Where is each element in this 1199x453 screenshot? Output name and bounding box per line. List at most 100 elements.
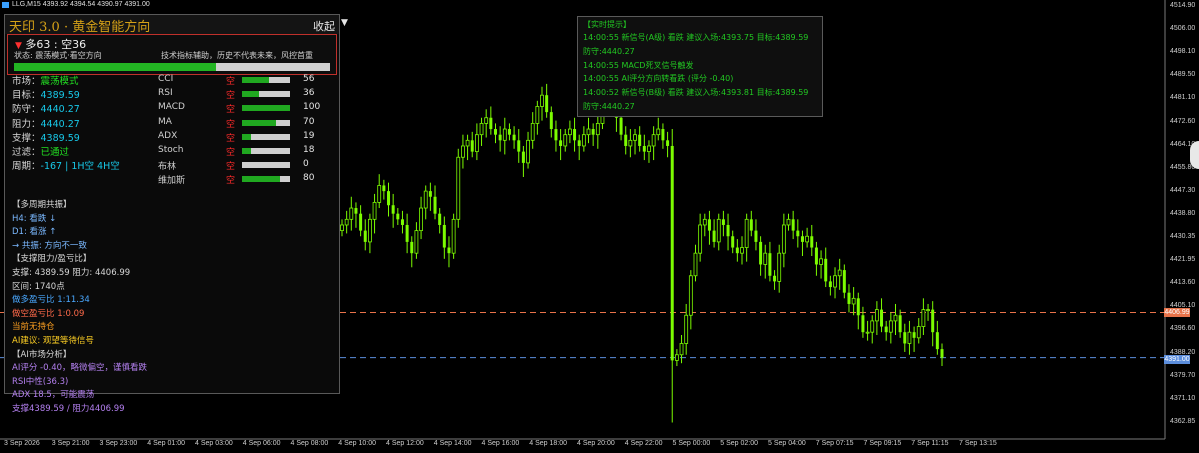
chart-quote-header: LLG,M15 4393.92 4394.54 4390.97 4391.00 (12, 1, 150, 8)
candle (586, 117, 591, 144)
candle (484, 109, 489, 138)
candle (479, 117, 484, 146)
indicator-value: 80 (303, 173, 315, 184)
candle-body (931, 309, 935, 333)
indicator-value: 100 (303, 102, 321, 113)
candle (382, 179, 386, 200)
indicator-direction: 空 (226, 148, 236, 158)
candle-body (837, 269, 842, 277)
candle (563, 129, 568, 152)
candle-body (693, 252, 698, 277)
candle-body (735, 247, 739, 254)
candle-body (568, 128, 572, 136)
candle (674, 349, 679, 367)
candle (707, 210, 711, 245)
indicator-value: 70 (303, 116, 315, 127)
summary-label: 周期： (12, 161, 41, 173)
candle-body (781, 224, 786, 254)
candle (470, 131, 474, 158)
candle (387, 182, 391, 217)
price-tick-label: 4438.80 (1170, 209, 1196, 217)
candle (903, 323, 907, 352)
candle (461, 134, 465, 169)
candle (372, 193, 377, 234)
candle (396, 208, 400, 225)
candle (405, 213, 409, 254)
indicator-strength-fill (242, 148, 251, 154)
symbol-icon (2, 2, 9, 8)
candle (391, 193, 395, 228)
candle (679, 335, 684, 364)
indicator-name: MA (158, 116, 172, 127)
candle (851, 287, 856, 316)
candle-body (898, 315, 902, 333)
candle (916, 318, 921, 344)
candle-body (591, 129, 595, 135)
scroll-handle[interactable] (1190, 141, 1199, 169)
alert-title: 【实时提示】 (583, 20, 631, 29)
candle (656, 117, 661, 141)
candle (740, 236, 744, 265)
candle (438, 208, 442, 234)
alert-line: 14:00:55 新信号(A级) 看跌 建议入场:4393.75 目标:4389… (583, 33, 809, 42)
alert-line: 防守:4440.27 (583, 46, 635, 56)
candle-body (400, 219, 404, 225)
indicator-strength-bar (242, 133, 290, 140)
candle (735, 239, 739, 262)
time-tick-label: 3 Sep 21:00 (51, 440, 90, 447)
summary-row: 阻力：4440.27 (12, 116, 80, 130)
status-text: 状态: 震荡模式·看空方向 (14, 51, 102, 60)
sentiment-box: ▼ 多63 : 空36 状态: 震荡模式·看空方向 技术指标辅助，历史不代表未来… (7, 34, 337, 75)
summary-value: 已通过 (40, 147, 70, 158)
candle (880, 298, 884, 333)
indicator-strength-fill (242, 91, 260, 98)
candle-body (731, 236, 735, 248)
candle-body (851, 297, 856, 305)
candle (912, 326, 916, 352)
candle (428, 182, 432, 211)
indicator-strength-bar (242, 119, 290, 126)
sentiment-bar-fill (14, 63, 217, 71)
candle-body (354, 208, 358, 214)
risk-disclaimer: 技术指标辅助，历史不代表未来，风控首重 (161, 51, 313, 60)
candle (447, 236, 451, 268)
candle-body (447, 247, 451, 254)
indicator-strength-fill (242, 176, 281, 183)
summary-value: 震荡模式 (40, 76, 79, 87)
candle-body (498, 134, 502, 141)
candle (474, 123, 479, 161)
candle (754, 219, 758, 251)
indicator-name: MACD (158, 102, 185, 113)
candle (451, 213, 456, 259)
candle-body (419, 207, 423, 232)
candle-body (805, 235, 810, 243)
candle-body (517, 140, 521, 152)
panel-dropdown-icon[interactable]: ▼ (341, 18, 348, 28)
candle (359, 205, 363, 237)
candle (791, 210, 795, 240)
candle-body (800, 236, 804, 242)
candle (670, 129, 674, 423)
candle-body (684, 314, 689, 344)
collapse-button[interactable]: 收起 (313, 18, 335, 34)
candle (828, 275, 832, 296)
time-tick-label: 4 Sep 01:00 (147, 440, 186, 447)
indicator-strength-fill (242, 133, 252, 140)
indicator-strength-bar (242, 176, 290, 183)
indicator-strength-fill (242, 105, 290, 112)
candle (377, 174, 382, 209)
candle-body (679, 343, 684, 356)
price-tick-label: 4396.60 (1170, 325, 1196, 333)
candle (638, 126, 642, 152)
time-tick-label: 4 Sep 14:00 (433, 440, 472, 447)
candle-body (903, 332, 907, 344)
candle-body (340, 224, 344, 232)
panel-title: 天印 3.0 · 黄金智能方向 (9, 20, 151, 35)
price-tick-label: 4447.30 (1170, 186, 1196, 194)
candle-body (759, 241, 763, 265)
candle-body (754, 230, 758, 242)
candle (931, 301, 935, 347)
candle-body (493, 129, 497, 135)
candle-body (666, 140, 670, 146)
candle-body (861, 315, 865, 333)
